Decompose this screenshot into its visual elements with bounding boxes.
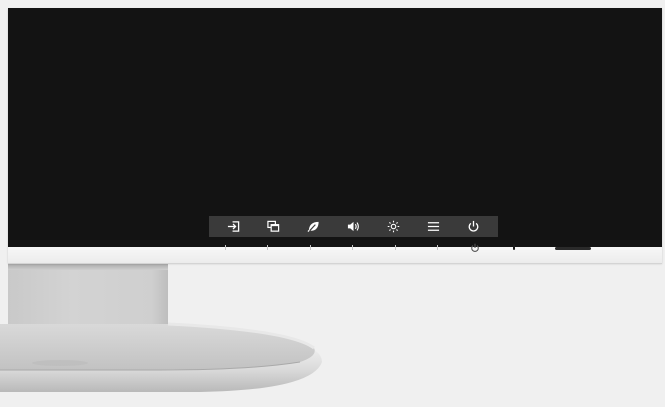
monitor-screen xyxy=(8,8,662,247)
bezel-key-eco[interactable] xyxy=(310,245,311,250)
bezel-key-input[interactable] xyxy=(225,245,226,250)
picture-mode-button[interactable] xyxy=(259,216,287,237)
bezel-power-button[interactable] xyxy=(470,243,480,253)
power-icon xyxy=(471,243,479,252)
leaf-icon xyxy=(307,221,319,233)
input-select-button[interactable] xyxy=(219,216,247,237)
volume-button[interactable] xyxy=(339,216,367,237)
brightness-button[interactable] xyxy=(380,216,408,237)
sun-icon xyxy=(387,220,400,233)
bezel-sensor-slot xyxy=(555,247,591,250)
menu-button[interactable] xyxy=(420,216,448,237)
osd-power-button[interactable] xyxy=(460,216,488,237)
power-led-indicator xyxy=(513,244,515,250)
speaker-icon xyxy=(347,221,359,232)
power-icon xyxy=(469,220,479,232)
overlapping-windows-icon xyxy=(267,220,279,232)
bezel-key-menu[interactable] xyxy=(437,245,438,250)
bezel-key-volume[interactable] xyxy=(352,245,353,250)
monitor-stand-base xyxy=(0,322,322,392)
bezel-key-brightness[interactable] xyxy=(395,245,396,250)
input-icon xyxy=(227,221,239,232)
monitor xyxy=(8,8,662,264)
eco-mode-button[interactable] xyxy=(299,216,327,237)
osd-button-bar xyxy=(209,216,498,237)
bezel-key-picture-mode[interactable] xyxy=(267,245,268,250)
hamburger-menu-icon xyxy=(428,222,440,231)
